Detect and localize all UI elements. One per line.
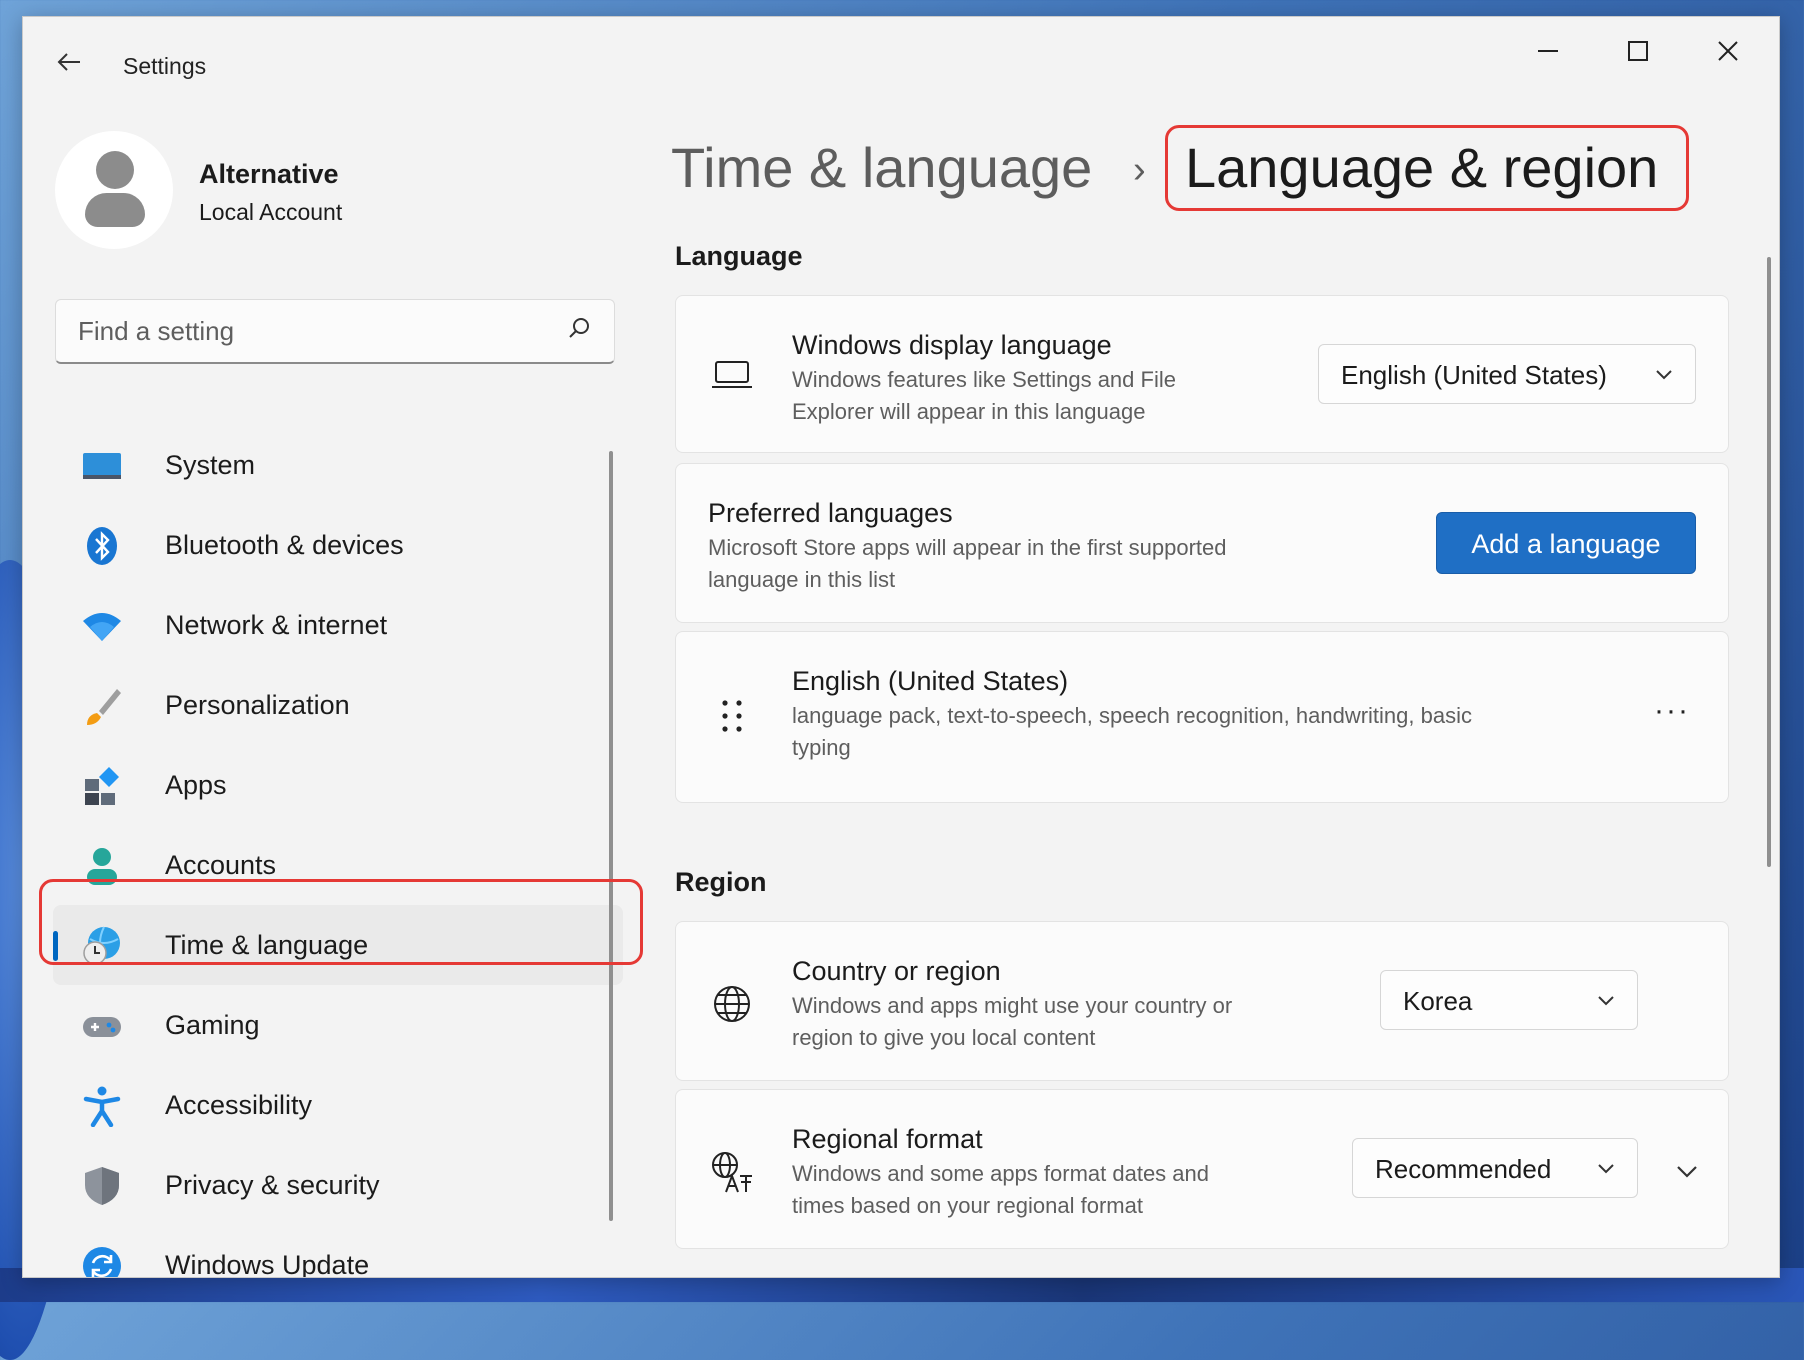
chevron-down-icon — [1598, 1164, 1614, 1174]
wifi-icon — [83, 613, 121, 641]
installed-language-title: English (United States) — [792, 666, 1069, 696]
shield-icon — [85, 1167, 119, 1205]
sidebar-item-label: Privacy & security — [165, 1170, 380, 1200]
profile-account-type: Local Account — [199, 199, 343, 225]
regional-format-desc-1: Windows and some apps format dates and — [792, 1161, 1210, 1186]
sidebar-item-label: Bluetooth & devices — [165, 530, 404, 560]
avatar-body — [85, 193, 145, 227]
sidebar-item-apps[interactable]: Apps — [53, 745, 623, 825]
regional-format-dropdown[interactable]: Recommended — [1352, 1138, 1638, 1198]
installed-language-desc-1: language pack, text-to-speech, speech re… — [792, 703, 1472, 728]
sidebar-item-label: Apps — [165, 770, 227, 800]
sidebar-item-label: Accessibility — [165, 1090, 313, 1120]
country-region-card: Country or region Windows and apps might… — [675, 921, 1729, 1081]
laptop-icon — [712, 361, 752, 388]
sidebar-item-label: System — [165, 450, 256, 480]
preferred-languages-desc-2: language in this list — [708, 567, 896, 592]
dropdown-value: Recommended — [1375, 1154, 1552, 1184]
preferred-languages-title: Preferred languages — [708, 498, 953, 528]
sidebar-item-label: Accounts — [165, 850, 277, 880]
sidebar-item-windows-update[interactable]: Windows Update — [53, 1225, 623, 1278]
sidebar-item-accessibility[interactable]: Accessibility — [53, 1065, 623, 1145]
settings-window: Settings Alternative Local Account Find … — [22, 16, 1780, 1278]
minimize-icon — [1538, 50, 1558, 52]
back-button[interactable] — [51, 47, 87, 83]
app-title: Settings — [123, 53, 207, 79]
apps-icon — [85, 767, 119, 805]
chevron-down-icon — [1598, 996, 1614, 1006]
maximize-button[interactable] — [1593, 31, 1683, 77]
country-region-title: Country or region — [792, 956, 1001, 986]
installed-language-desc-2: typing — [792, 735, 851, 760]
content-scrollbar[interactable] — [1767, 257, 1771, 867]
search-icon[interactable] — [564, 314, 594, 344]
bluetooth-icon — [87, 527, 117, 565]
sidebar-scrollbar[interactable] — [609, 451, 613, 1221]
dropdown-value: Korea — [1403, 986, 1473, 1016]
sidebar-item-label: Gaming — [165, 1010, 260, 1040]
sidebar-item-label: Network & internet — [165, 610, 388, 640]
close-icon — [1718, 41, 1738, 61]
more-options-button[interactable]: ··· — [1654, 694, 1690, 728]
gamepad-icon — [83, 1017, 121, 1037]
back-arrow-icon — [57, 53, 80, 71]
chevron-down-icon — [1656, 370, 1672, 380]
sidebar-item-label: Personalization — [165, 690, 350, 720]
page-title: Language & region — [1185, 136, 1659, 199]
title-bar: Settings — [23, 17, 1779, 97]
sidebar-item-label: Windows Update — [165, 1250, 370, 1278]
section-title-language: Language — [675, 241, 803, 271]
sidebar-item-gaming[interactable]: Gaming — [53, 985, 623, 1065]
language-format-icon — [712, 1152, 752, 1193]
sidebar-item-privacy[interactable]: Privacy & security — [53, 1145, 623, 1225]
expand-chevron-icon[interactable] — [1674, 1158, 1700, 1184]
avatar[interactable] — [55, 131, 173, 249]
close-button[interactable] — [1683, 31, 1773, 77]
globe-icon — [714, 986, 750, 1022]
country-region-desc-1: Windows and apps might use your country … — [792, 993, 1233, 1018]
sidebar-item-system[interactable]: System — [53, 425, 623, 505]
breadcrumb-separator: › — [1133, 149, 1146, 191]
sidebar-item-bluetooth[interactable]: Bluetooth & devices — [53, 505, 623, 585]
accessibility-icon — [83, 1086, 121, 1127]
display-language-dropdown[interactable]: English (United States) — [1318, 344, 1696, 404]
country-region-desc-2: region to give you local content — [792, 1025, 1096, 1050]
dropdown-value: English (United States) — [1341, 360, 1607, 390]
display-language-desc-1: Windows features like Settings and File — [792, 367, 1176, 392]
regional-format-desc-2: times based on your regional format — [792, 1193, 1143, 1218]
highlight-time-language — [39, 879, 643, 965]
installed-language-card: English (United States) language pack, t… — [675, 631, 1729, 803]
brush-icon — [87, 689, 121, 725]
country-region-dropdown[interactable]: Korea — [1380, 970, 1638, 1030]
section-title-region: Region — [675, 867, 767, 897]
regional-format-title: Regional format — [792, 1124, 983, 1154]
minimize-button[interactable] — [1503, 31, 1593, 77]
display-language-title: Windows display language — [792, 330, 1112, 360]
breadcrumb-parent[interactable]: Time & language — [671, 135, 1092, 200]
display-language-card: Windows display language Windows feature… — [675, 295, 1729, 453]
display-language-desc-2: Explorer will appear in this language — [792, 399, 1146, 424]
monitor-icon — [83, 453, 121, 479]
profile-name: Alternative — [199, 159, 339, 189]
maximize-icon — [1628, 41, 1648, 61]
sidebar-item-personalization[interactable]: Personalization — [53, 665, 623, 745]
search-placeholder: Find a setting — [78, 316, 235, 346]
search-input[interactable]: Find a setting — [55, 299, 615, 364]
avatar-head — [96, 151, 134, 189]
preferred-languages-desc-1: Microsoft Store apps will appear in the … — [708, 535, 1227, 560]
preferred-languages-card: Preferred languages Microsoft Store apps… — [675, 463, 1729, 623]
drag-handle-icon[interactable] — [720, 698, 744, 734]
sidebar-nav: System Bluetooth & devices Network & int… — [53, 425, 623, 1278]
add-language-button[interactable]: Add a language — [1436, 512, 1696, 574]
sidebar-item-network[interactable]: Network & internet — [53, 585, 623, 665]
update-icon — [83, 1247, 121, 1277]
regional-format-card: Regional format Windows and some apps fo… — [675, 1089, 1729, 1249]
